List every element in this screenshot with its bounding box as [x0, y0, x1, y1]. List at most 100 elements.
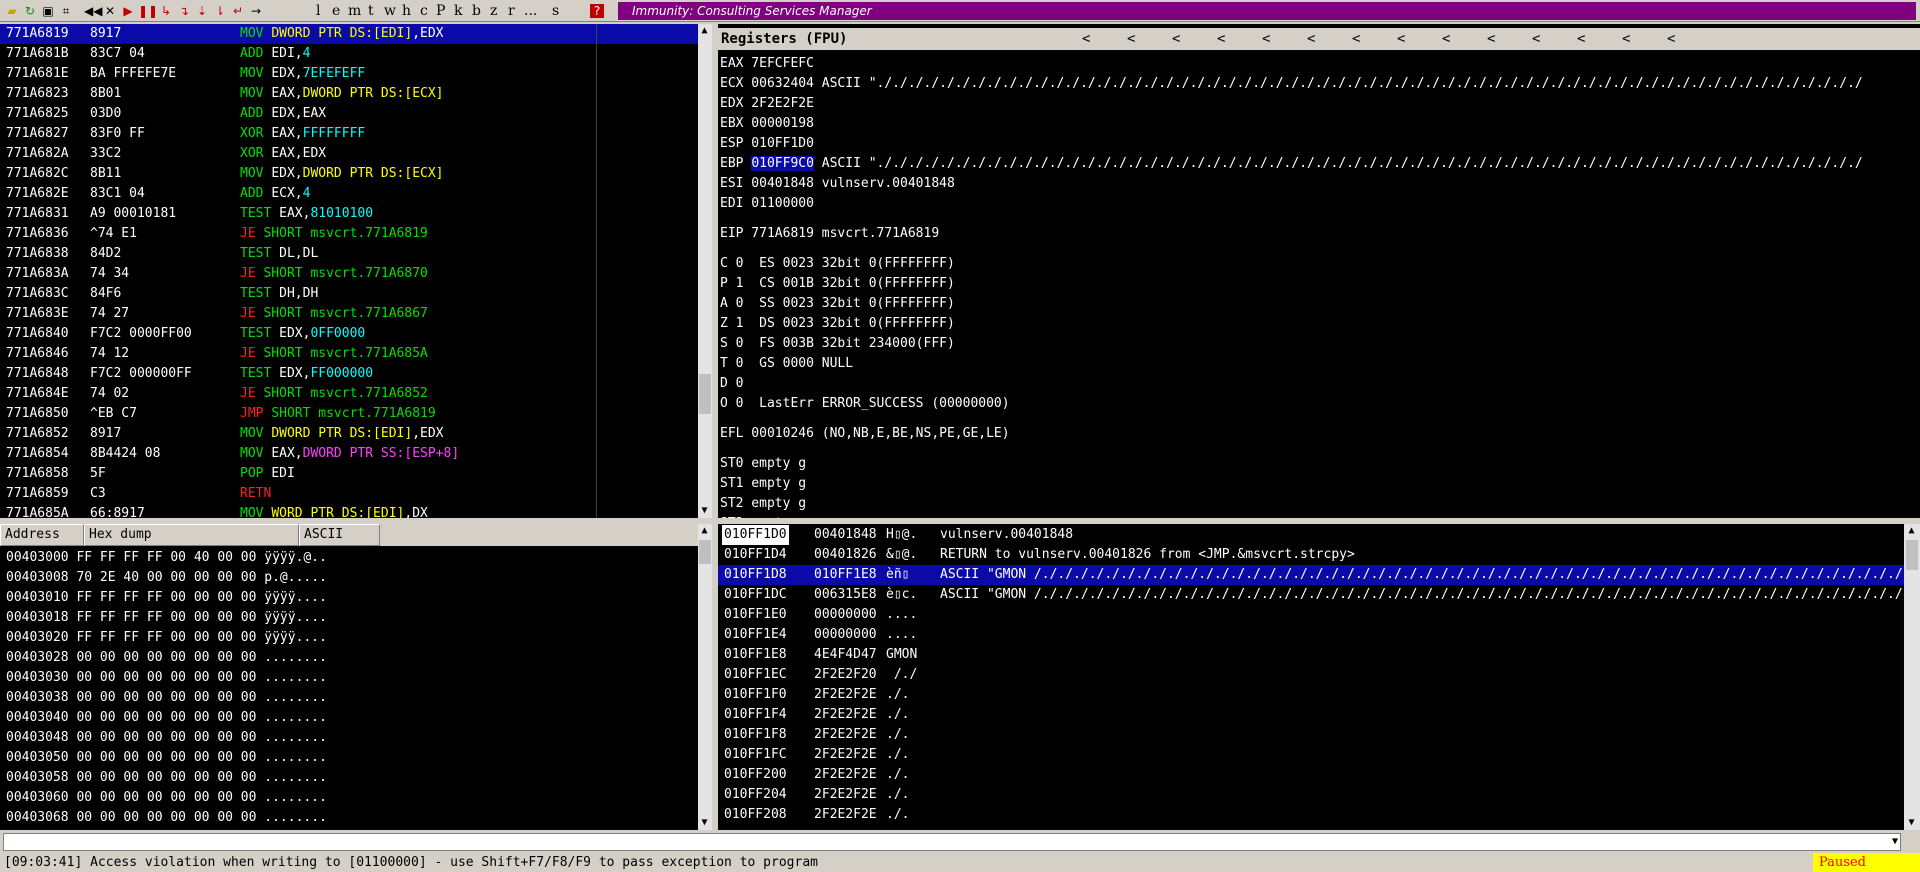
open-folder-icon[interactable]: ▰: [4, 3, 20, 19]
log-window-button[interactable]: l: [316, 2, 320, 20]
registers-title[interactable]: Registers (FPU): [721, 28, 847, 50]
dump-scrollbar[interactable]: ▲ ▼: [698, 524, 712, 830]
parity-flag[interactable]: P 1 CS 001B 32bit 0(FFFFFFFF): [720, 274, 955, 294]
dump-row[interactable]: 00403040 00 00 00 00 00 00 00 00 .......…: [6, 708, 327, 728]
nav-arrow-icon[interactable]: <: [1082, 28, 1090, 50]
disasm-row[interactable]: 771A684E 74 02 JE SHORT msvcrt.771A6852: [0, 384, 698, 404]
dump-row[interactable]: 00403058 00 00 00 00 00 00 00 00 .......…: [6, 768, 327, 788]
attach-icon[interactable]: ⌗: [58, 3, 74, 19]
disasm-row[interactable]: 771A681B 83C7 04 ADD EDI,4: [0, 44, 698, 64]
scroll-up-icon[interactable]: ▲: [698, 524, 711, 538]
stack-scrollbar[interactable]: ▲ ▼: [1904, 524, 1920, 830]
breakpoints-button[interactable]: b: [472, 2, 481, 20]
disasm-row[interactable]: 771A682C 8B11 MOV EDX,DWORD PTR DS:[ECX]: [0, 164, 698, 184]
carry-flag[interactable]: C 0 ES 0023 32bit 0(FFFFFFFF): [720, 254, 955, 274]
stack-pane[interactable]: 010FF1D0 00401848 H▯@. vulnserv.00401848 010…: [718, 524, 1904, 830]
pause-icon[interactable]: ❚❚: [138, 3, 158, 19]
disassembly-scrollbar[interactable]: ▲ ▼: [698, 24, 712, 518]
disasm-row[interactable]: 771A6840 F7C2 0000FF00 TEST EDX,0FF0000: [0, 324, 698, 344]
ebp-value[interactable]: 010FF9C0: [751, 156, 814, 171]
stack-row[interactable]: 010FF204 2F2E2F2E ./.: [718, 785, 1904, 805]
esi-register[interactable]: ESI 00401848 vulnserv.00401848: [720, 174, 955, 194]
close-icon[interactable]: ✕: [102, 3, 118, 19]
help-button[interactable]: ?: [590, 4, 604, 18]
nav-arrow-icon[interactable]: <: [1667, 28, 1675, 50]
disasm-row[interactable]: 771A6852 8917 MOV DWORD PTR DS:[EDI],EDX: [0, 424, 698, 444]
nav-arrow-icon[interactable]: <: [1397, 28, 1405, 50]
nav-arrow-icon[interactable]: <: [1127, 28, 1135, 50]
dump-row[interactable]: 00403048 00 00 00 00 00 00 00 00 .......…: [6, 728, 327, 748]
nav-arrow-icon[interactable]: <: [1262, 28, 1270, 50]
stack-row[interactable]: 010FF1E8 4E4F4D47 GMON: [718, 645, 1904, 665]
disasm-row[interactable]: 771A6854 8B4424 08 MOV EAX,DWORD PTR SS:[ES…: [0, 444, 698, 464]
scrollbar-thumb[interactable]: [699, 540, 711, 564]
windows-button[interactable]: w: [384, 2, 396, 20]
zero-flag[interactable]: Z 1 DS 0023 32bit 0(FFFFFFFF): [720, 314, 955, 334]
scrollbar-thumb[interactable]: [1906, 540, 1918, 570]
stack-row[interactable]: 010FF1D8 010FF1E8 èñ▯ ASCII "GMON /././././…: [718, 565, 1904, 585]
disasm-row[interactable]: 771A685A 66:8917 MOV WORD PTR DS:[EDI],DX: [0, 504, 698, 518]
dump-row[interactable]: 00403038 00 00 00 00 00 00 00 00 .......…: [6, 688, 327, 708]
edi-register[interactable]: EDI 01100000: [720, 194, 814, 214]
chevron-down-icon[interactable]: ▼: [1892, 834, 1898, 850]
disasm-row[interactable]: 771A6850 ^EB C7 JMP SHORT msvcrt.771A6819: [0, 404, 698, 424]
scroll-down-icon[interactable]: ▼: [1905, 816, 1918, 830]
stack-row[interactable]: 010FF1EC 2F2E2F20 /./: [718, 665, 1904, 685]
disasm-row[interactable]: 771A683A 74 34 JE SHORT msvcrt.771A6870: [0, 264, 698, 284]
nav-arrow-icon[interactable]: <: [1217, 28, 1225, 50]
disasm-row[interactable]: 771A6838 84D2 TEST DL,DL: [0, 244, 698, 264]
references-button[interactable]: r: [508, 2, 515, 20]
go-to-icon[interactable]: →: [248, 3, 264, 19]
dump-row[interactable]: 00403028 00 00 00 00 00 00 00 00 .......…: [6, 648, 327, 668]
rewind-icon[interactable]: ◀◀: [84, 3, 102, 19]
eax-register[interactable]: EAX 7EFCFEFC: [720, 54, 814, 74]
stack-row[interactable]: 010FF200 2F2E2F2E ./.: [718, 765, 1904, 785]
threads-button[interactable]: t: [368, 2, 374, 20]
disasm-row[interactable]: 771A681E BA FFFEFE7E MOV EDX,7EFEFEFF: [0, 64, 698, 84]
dump-row[interactable]: 00403010 FF FF FF FF 00 00 00 00 ÿÿÿÿ...…: [6, 588, 327, 608]
ecx-register[interactable]: ECX 00632404 ASCII "././././././././././…: [720, 74, 1863, 94]
nav-arrow-icon[interactable]: <: [1442, 28, 1450, 50]
memory-map-button[interactable]: m: [348, 2, 361, 20]
eip-register[interactable]: EIP 771A6819 msvcrt.771A6819: [720, 224, 939, 244]
disassembly-pane[interactable]: 771A6819 8917 MOV DWORD PTR DS:[EDI],EDX 771…: [0, 24, 698, 518]
stack-row[interactable]: 010FF1FC 2F2E2F2E ./.: [718, 745, 1904, 765]
ebx-register[interactable]: EBX 00000198: [720, 114, 814, 134]
run-icon[interactable]: ▶: [120, 3, 136, 19]
nav-arrow-icon[interactable]: <: [1532, 28, 1540, 50]
patches-button[interactable]: P: [436, 2, 445, 20]
sign-flag[interactable]: S 0 FS 003B 32bit 234000(FFF): [720, 334, 955, 354]
disasm-row[interactable]: 771A6831 A9 00010181 TEST EAX,81010100: [0, 204, 698, 224]
st2-register[interactable]: ST2 empty g: [720, 494, 806, 514]
close-window-icon[interactable]: ▣: [40, 3, 56, 19]
disasm-row[interactable]: 771A6823 8B01 MOV EAX,DWORD PTR DS:[ECX]: [0, 84, 698, 104]
command-input[interactable]: ▼: [3, 833, 1901, 851]
scroll-down-icon[interactable]: ▼: [698, 816, 711, 830]
esp-register[interactable]: ESP 010FF1D0: [720, 134, 814, 154]
eflags-register[interactable]: EFL 00010246 (NO,NB,E,BE,NS,PE,GE,LE): [720, 424, 1010, 444]
nav-arrow-icon[interactable]: <: [1172, 28, 1180, 50]
run-trace-button[interactable]: ...: [524, 2, 537, 20]
disasm-row[interactable]: 771A6836 ^74 E1 JE SHORT msvcrt.771A6819: [0, 224, 698, 244]
handles-button[interactable]: h: [402, 2, 411, 20]
nav-arrow-icon[interactable]: <: [1307, 28, 1315, 50]
scroll-up-icon[interactable]: ▲: [1905, 524, 1918, 538]
cpu-button[interactable]: c: [420, 2, 428, 20]
edx-register[interactable]: EDX 2F2E2F2E: [720, 94, 814, 114]
disasm-row[interactable]: 771A682E 83C1 04 ADD ECX,4: [0, 184, 698, 204]
dump-row[interactable]: 00403068 00 00 00 00 00 00 00 00 .......…: [6, 808, 327, 828]
dump-row[interactable]: 00403008 70 2E 40 00 00 00 00 00 p.@....…: [6, 568, 327, 588]
disasm-row[interactable]: 771A683C 84F6 TEST DH,DH: [0, 284, 698, 304]
dump-address-header[interactable]: Address: [0, 524, 84, 546]
disasm-row[interactable]: 771A6848 F7C2 000000FF TEST EDX,FF000000: [0, 364, 698, 384]
disasm-row[interactable]: 771A682A 33C2 XOR EAX,EDX: [0, 144, 698, 164]
disasm-row[interactable]: 771A6827 83F0 FF XOR EAX,FFFFFFFF: [0, 124, 698, 144]
restart-icon[interactable]: ↻: [22, 3, 38, 19]
dump-row[interactable]: 00403030 00 00 00 00 00 00 00 00 .......…: [6, 668, 327, 688]
nav-arrow-icon[interactable]: <: [1577, 28, 1585, 50]
nav-arrow-icon[interactable]: <: [1487, 28, 1495, 50]
stack-row[interactable]: 010FF1DC 006315E8 è▯c. ASCII "GMON /./././.…: [718, 585, 1904, 605]
call-stack-button[interactable]: k: [454, 2, 462, 20]
disasm-row[interactable]: 771A6846 74 12 JE SHORT msvcrt.771A685A: [0, 344, 698, 364]
st1-register[interactable]: ST1 empty g: [720, 474, 806, 494]
